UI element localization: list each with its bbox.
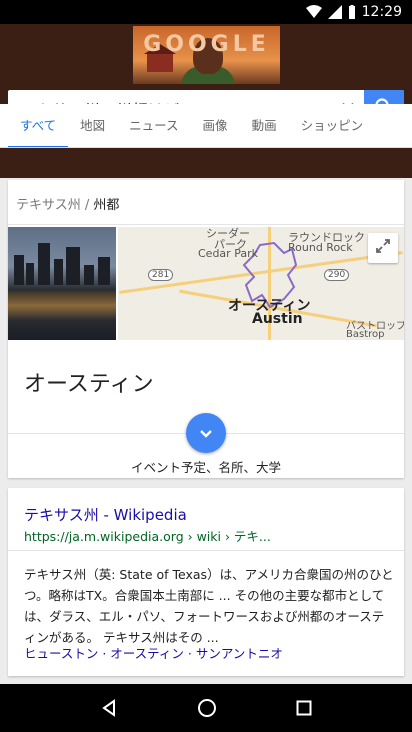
search-tabs: すべて 地図 ニュース 画像 動画 ショッピン (0, 104, 412, 148)
back-button[interactable] (100, 699, 118, 717)
divider (8, 224, 404, 225)
recents-button[interactable] (296, 700, 312, 716)
wifi-icon (305, 5, 322, 19)
result-title-link[interactable]: テキサス州 - Wikipedia (24, 504, 187, 525)
breadcrumb-separator: / (84, 198, 90, 213)
result-snippet: テキサス州（英: State of Texas）は、アメリカ合衆国の州のひとつ。… (24, 567, 394, 645)
breadcrumb: テキサス州 / 州都 (16, 194, 119, 213)
map-label-austin: Austin (252, 311, 303, 327)
google-doodle[interactable]: GOOGLE (133, 26, 280, 84)
breadcrumb-parent-link[interactable]: テキサス州 (16, 198, 81, 213)
knowledge-panel-card: テキサス州 / 州都 シーダー パーク Cedar Park ラウンドロック R… (8, 180, 404, 478)
tab-maps[interactable]: 地図 (68, 104, 117, 147)
route-290-shield: 290 (324, 269, 350, 281)
map-label-cedar-park: Cedar Park (198, 247, 258, 260)
tab-images[interactable]: 画像 (191, 104, 240, 147)
doodle-logo-text: GOOGLE (143, 32, 270, 57)
status-bar: 12:29 (0, 0, 412, 24)
search-header: GOOGLE ✕ (0, 24, 412, 178)
status-time: 12:29 (361, 4, 402, 20)
back-triangle-icon (101, 699, 115, 717)
entity-title: オースティン (24, 372, 154, 397)
home-circle-icon (197, 699, 216, 717)
austin-map[interactable]: シーダー パーク Cedar Park ラウンドロック Round Rock オ… (118, 227, 404, 340)
route-281-shield: 281 (148, 269, 174, 281)
map-label-round-rock: Round Rock (288, 241, 353, 254)
tab-all[interactable]: すべて (8, 104, 69, 147)
search-result-card: テキサス州 - Wikipedia https://ja.m.wikipedia… (8, 488, 404, 676)
signal-icon (327, 5, 342, 19)
expand-map-button[interactable] (368, 233, 398, 263)
map-label-bastrop: Bastrop (346, 329, 385, 340)
battery-icon (348, 5, 356, 19)
chevron-down-icon (199, 424, 213, 443)
result-url: https://ja.m.wikipedia.org › wiki › テキ..… (24, 529, 271, 544)
android-nav-bar (0, 684, 412, 732)
expand-icon (375, 238, 391, 258)
austin-skyline-image[interactable] (8, 227, 116, 340)
expand-panel-button[interactable] (186, 413, 226, 453)
home-button[interactable] (197, 698, 217, 718)
panel-more-label[interactable]: イベント予定、名所、大学 (8, 457, 404, 476)
tab-shopping[interactable]: ショッピン (289, 104, 376, 147)
tab-videos[interactable]: 動画 (240, 104, 289, 147)
result-sitelinks[interactable]: ヒューストン · オースティン · サンアントニオ (24, 643, 283, 662)
divider (8, 550, 404, 551)
tab-news[interactable]: ニュース (117, 104, 190, 147)
recents-square-icon (296, 700, 312, 716)
breadcrumb-current: 州都 (93, 198, 120, 213)
